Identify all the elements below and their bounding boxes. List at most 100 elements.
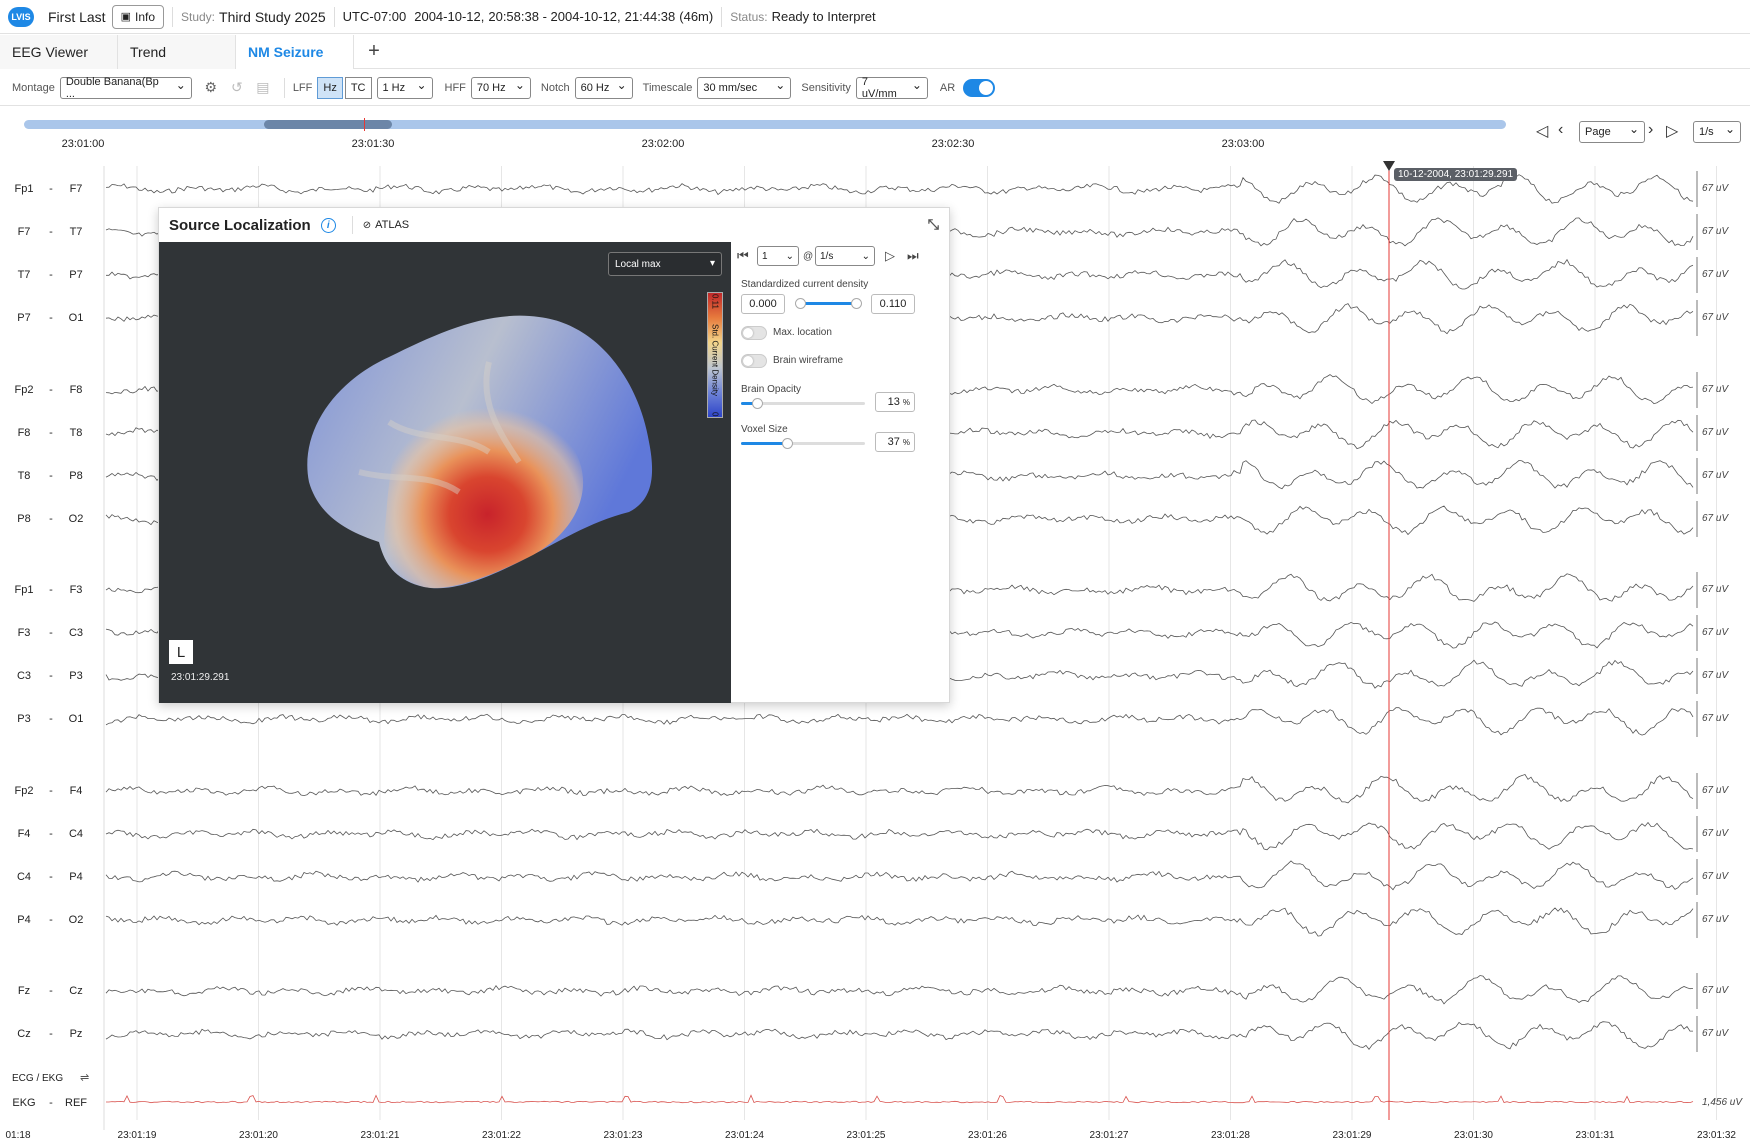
time-tick-label: 23:01:24 <box>725 1130 764 1141</box>
tab-nm-seizure[interactable]: NM Seizure <box>236 35 354 69</box>
tab-eeg-viewer[interactable]: EEG Viewer <box>0 35 118 69</box>
channel-label[interactable]: T8 - P8 <box>2 460 98 492</box>
tc-toggle[interactable]: TC <box>344 76 372 99</box>
time-tick-label: 23:01:29 <box>1332 1130 1372 1141</box>
channel-label[interactable]: Cz - Pz <box>2 1018 98 1050</box>
channel-a: C3 <box>16 670 32 682</box>
opacity-slider[interactable] <box>741 398 865 409</box>
max-location-toggle[interactable] <box>741 326 767 340</box>
channel-label[interactable]: F8 - T8 <box>2 417 98 449</box>
playback-rate-select[interactable]: 1/s ⌄ <box>815 246 875 266</box>
channel-a: Fp2 <box>14 384 34 396</box>
channel-a: T7 <box>17 269 31 281</box>
time-tick-label: 23:01:19 <box>117 1130 157 1141</box>
timeline-window-handle[interactable] <box>264 120 392 129</box>
channel-label[interactable]: P3 - O1 <box>2 703 98 735</box>
frame-select[interactable]: 1 ⌄ <box>757 246 799 266</box>
timeline-label: 23:01:00 <box>61 138 105 150</box>
ar-label: AR <box>939 81 956 94</box>
voxel-slider[interactable] <box>741 438 865 449</box>
source-localization-panel: Source Localization i ⊘ ATLAS ⤡ Local ma… <box>158 207 950 703</box>
brain-render <box>307 315 653 589</box>
panel-title: Source Localization <box>169 216 311 234</box>
channel-label[interactable]: Fz - Cz <box>2 975 98 1007</box>
channel-b: P8 <box>69 470 83 482</box>
channel-label[interactable]: Fp1 - F7 <box>2 173 98 205</box>
prev-icon[interactable]: ‹ <box>1558 121 1563 139</box>
tab-bar: EEG Viewer Trend NM Seizure + <box>0 35 1750 69</box>
ecg-settings-icon[interactable]: ⇌ <box>80 1071 89 1084</box>
channel-label[interactable]: F3 - C3 <box>2 617 98 649</box>
rate-value: 1/s <box>1699 126 1714 138</box>
brain-wireframe-toggle[interactable] <box>741 354 767 368</box>
channel-label[interactable]: T7 - P7 <box>2 259 98 291</box>
density-range-slider[interactable] <box>795 298 862 309</box>
add-tab-plus-icon[interactable]: + <box>354 35 394 68</box>
atlas-toggle[interactable]: ⊘ ATLAS <box>351 216 409 234</box>
ar-toggle[interactable] <box>963 78 996 97</box>
info-icon[interactable]: i <box>320 217 336 233</box>
save-icon[interactable]: ▤ <box>250 79 276 96</box>
channel-label[interactable]: Fp2 - F4 <box>2 775 98 807</box>
play-icon[interactable]: ▷ <box>1666 121 1678 141</box>
density-label: Standardized current density <box>741 279 869 290</box>
channel-b: C4 <box>68 828 84 840</box>
info-button[interactable]: ▣ Info <box>111 4 164 29</box>
density-max-input[interactable]: 0.110 <box>871 294 915 314</box>
timeline-label: 23:02:00 <box>641 138 685 150</box>
next-icon[interactable]: › <box>1648 121 1653 139</box>
voxel-label: Voxel Size <box>741 424 788 435</box>
user-name[interactable]: First Last <box>48 9 106 25</box>
page-select[interactable]: Page <box>1579 121 1645 143</box>
channel-dash: - <box>49 513 53 525</box>
rate-select[interactable]: 1/s <box>1693 121 1741 143</box>
sensitivity-select[interactable]: 7 uV/mm <box>855 75 928 100</box>
hff-select[interactable]: 70 Hz <box>470 76 531 99</box>
channel-label[interactable]: C4 - P4 <box>2 861 98 893</box>
channel-dash: - <box>49 183 53 195</box>
channel-label[interactable]: Fp1 - F3 <box>2 574 98 606</box>
notch-select[interactable]: 60 Hz <box>574 76 633 99</box>
lff-select[interactable]: 1 Hz <box>376 76 433 99</box>
montage-select[interactable]: Double Banana(Bp ... <box>59 76 192 100</box>
channel-scale-label: 67 uV <box>1702 828 1729 839</box>
channel-label[interactable]: P4 - O2 <box>2 904 98 936</box>
skip-end-icon[interactable]: ⏭ <box>907 246 919 266</box>
channel-b: C3 <box>68 627 84 639</box>
timescale-value: 30 mm/sec <box>703 81 758 94</box>
timeline-track[interactable] <box>24 120 1506 129</box>
timescale-select[interactable]: 30 mm/sec <box>697 76 792 99</box>
opacity-input[interactable]: 13% <box>875 392 915 412</box>
channel-scale-label: 67 uV <box>1702 269 1729 280</box>
channel-label[interactable]: Fp2 - F8 <box>2 374 98 406</box>
channel-scale-label: 67 uV <box>1702 985 1729 996</box>
filter-settings-icon[interactable]: ⚙ <box>198 79 224 96</box>
sensitivity-value: 7 uV/mm <box>861 75 897 100</box>
channel-label[interactable]: P7 - O1 <box>2 302 98 334</box>
density-min-input[interactable]: 0.000 <box>741 294 785 314</box>
channel-label[interactable]: F7 - T7 <box>2 216 98 248</box>
brain-3d-viewport[interactable]: Local max 0.11 <box>159 242 731 703</box>
channel-a: P4 <box>17 914 31 926</box>
channel-label[interactable]: F4 - C4 <box>2 818 98 850</box>
channel-label[interactable]: P8 - O2 <box>2 503 98 535</box>
cursor-timestamp-badge: 10-12-2004, 23:01:29.291 <box>1394 168 1518 181</box>
channel-label[interactable]: C3 - P3 <box>2 660 98 692</box>
montage-label: Montage <box>12 81 55 94</box>
skip-start-icon[interactable]: ⏮ <box>737 246 749 266</box>
info-card-icon: ▣ <box>120 11 131 23</box>
voxel-input[interactable]: 37% <box>875 432 915 452</box>
toolbar: Montage Double Banana(Bp ... ⚙ ↺ ▤ LFF H… <box>0 70 1750 106</box>
play-icon[interactable]: ▷ <box>885 246 895 266</box>
tab-trend[interactable]: Trend <box>118 35 236 69</box>
channel-scale-label: 67 uV <box>1702 914 1729 925</box>
divider <box>721 6 723 27</box>
undo-icon[interactable]: ↺ <box>224 79 250 96</box>
channel-label-ekg[interactable]: EKG - REF <box>2 1087 98 1119</box>
channel-a: EKG <box>12 1097 36 1109</box>
channel-a: Fz <box>17 985 31 997</box>
hz-toggle[interactable]: Hz <box>317 76 343 99</box>
channel-b: O1 <box>68 312 84 324</box>
first-page-icon[interactable]: ◁ <box>1536 121 1548 141</box>
collapse-icon[interactable]: ⤡ <box>928 216 939 233</box>
